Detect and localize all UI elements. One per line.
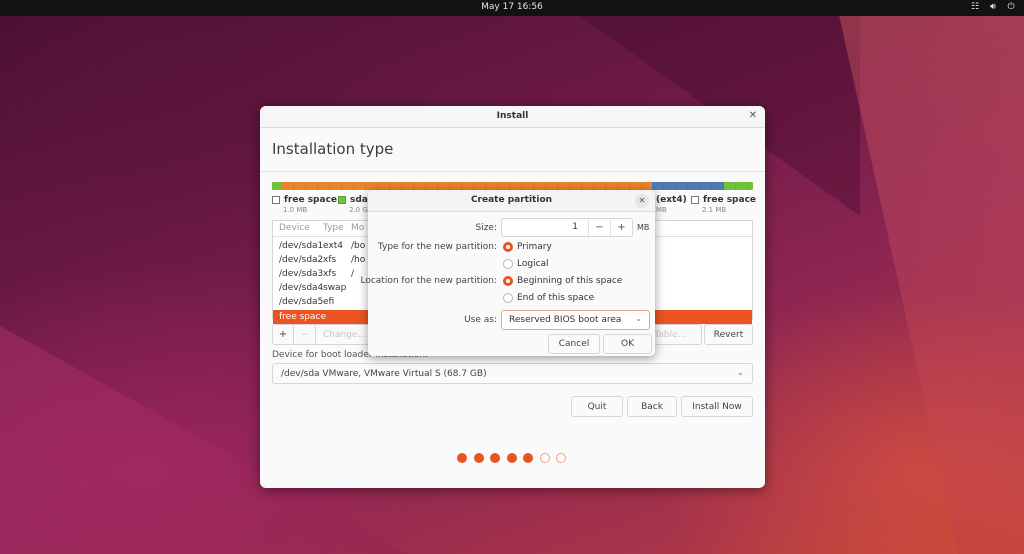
change-partition-button[interactable]: Change... xyxy=(316,324,374,345)
radio-label: Primary xyxy=(517,242,552,252)
page-title: Installation type xyxy=(272,140,394,158)
close-icon[interactable]: ✕ xyxy=(749,110,757,121)
disk-segment xyxy=(651,182,725,190)
step-dot-pending xyxy=(556,453,566,463)
location-label: Location for the new partition: xyxy=(360,276,498,286)
chevron-down-icon: ⌄ xyxy=(635,314,642,323)
radio-unselected-icon xyxy=(503,259,513,269)
close-icon[interactable]: ✕ xyxy=(635,194,649,208)
network-icon: ☷ xyxy=(970,2,980,12)
type-label: Type for the new partition: xyxy=(377,242,497,252)
create-partition-dialog: Create partition ✕ Size: 1 − + MB Type f… xyxy=(361,190,655,356)
radio-selected-icon xyxy=(503,242,513,252)
increment-button[interactable]: + xyxy=(610,219,632,236)
cell-type: xfs xyxy=(323,269,337,279)
step-dot-complete xyxy=(506,453,517,463)
legend-size: MB xyxy=(656,206,667,214)
column-header-device[interactable]: Device xyxy=(273,223,323,236)
legend-label: free space xyxy=(703,195,757,205)
cell-type: swap xyxy=(323,283,347,293)
boot-loader-select[interactable]: /dev/sda VMware, VMware Virtual S (68.7 … xyxy=(272,363,753,384)
ok-button[interactable]: OK xyxy=(603,334,652,354)
use-as-value: Reserved BIOS boot area xyxy=(509,315,622,325)
step-dot-complete xyxy=(523,453,533,463)
checkbox-icon xyxy=(691,196,699,204)
radio-label: Logical xyxy=(517,259,549,269)
step-dot-complete xyxy=(473,453,484,463)
legend-item: free space 2.1 MB xyxy=(691,195,756,214)
back-button[interactable]: Back xyxy=(627,396,677,417)
boot-loader-value: /dev/sda VMware, VMware Virtual S (68.7 … xyxy=(281,368,487,379)
decrement-button[interactable]: − xyxy=(588,219,610,236)
cell-device: /dev/sda5 xyxy=(279,297,324,307)
radio-label: Beginning of this space xyxy=(517,276,623,286)
size-unit: MB xyxy=(637,223,650,232)
use-as-select[interactable]: Reserved BIOS boot area ⌄ xyxy=(501,310,650,330)
use-as-label: Use as: xyxy=(464,315,497,325)
size-input[interactable]: 1 xyxy=(502,219,588,236)
disk-segment xyxy=(272,182,282,190)
cell-device: /dev/sda3 xyxy=(279,269,324,279)
window-title: Install xyxy=(496,111,529,121)
cell-type: efi xyxy=(323,297,335,307)
checkbox-icon xyxy=(272,196,280,204)
radio-beginning[interactable]: Beginning of this space xyxy=(503,276,622,286)
step-dot-complete xyxy=(490,453,500,463)
volume-icon: 🔊︎ xyxy=(990,2,996,12)
system-tray[interactable]: ☷ 🔊︎ ⏻ xyxy=(970,2,1016,12)
legend-item: free space 1.0 MB xyxy=(272,195,337,214)
top-bar: May 17 16:56 ☷ 🔊︎ ⏻ xyxy=(0,0,1024,16)
cell-device: /dev/sda1 xyxy=(279,241,324,251)
window-titlebar[interactable]: Install ✕ xyxy=(260,106,765,128)
size-label: Size: xyxy=(475,223,497,233)
step-progress xyxy=(457,453,566,463)
quit-button[interactable]: Quit xyxy=(571,396,623,417)
revert-button[interactable]: Revert xyxy=(704,324,753,345)
legend-size: 1.0 MB xyxy=(283,206,308,214)
radio-unselected-icon xyxy=(503,293,513,303)
radio-end[interactable]: End of this space xyxy=(503,293,594,303)
dialog-title: Create partition xyxy=(470,195,553,205)
chevron-down-icon: ⌄ xyxy=(736,368,744,378)
legend-item: (ext4) MB xyxy=(656,195,687,214)
cell-type: ext4 xyxy=(323,241,343,251)
legend-label: free space xyxy=(284,195,338,205)
cell-device: /dev/sda4 xyxy=(279,283,324,293)
divider xyxy=(260,171,765,172)
remove-partition-button[interactable]: − xyxy=(294,324,316,345)
cell-type: xfs xyxy=(323,255,337,265)
add-partition-button[interactable]: + xyxy=(272,324,294,345)
cancel-button[interactable]: Cancel xyxy=(548,334,600,354)
radio-primary[interactable]: Primary xyxy=(503,242,552,252)
legend-label: (ext4) xyxy=(656,195,687,205)
size-stepper[interactable]: 1 − + xyxy=(501,218,633,237)
column-header-type[interactable]: Type xyxy=(323,223,351,236)
disk-segment xyxy=(724,182,753,190)
power-icon: ⏻ xyxy=(1007,2,1015,12)
dialog-titlebar[interactable]: Create partition ✕ xyxy=(368,190,655,212)
step-dot-complete xyxy=(457,453,467,463)
disk-segment xyxy=(281,182,652,190)
color-swatch-icon xyxy=(338,196,346,204)
cell-device: free space xyxy=(279,312,327,322)
install-now-button[interactable]: Install Now xyxy=(681,396,753,417)
clock[interactable]: May 17 16:56 xyxy=(0,2,1024,12)
step-dot-pending xyxy=(539,453,550,463)
partition-toolbar: + − Change... xyxy=(272,324,374,345)
cell-device: /dev/sda2 xyxy=(279,255,324,265)
radio-selected-icon xyxy=(503,276,513,286)
radio-label: End of this space xyxy=(517,293,595,303)
legend-size: 2.1 MB xyxy=(702,206,727,214)
disk-usage-bar xyxy=(272,182,753,190)
radio-logical[interactable]: Logical xyxy=(503,259,549,269)
